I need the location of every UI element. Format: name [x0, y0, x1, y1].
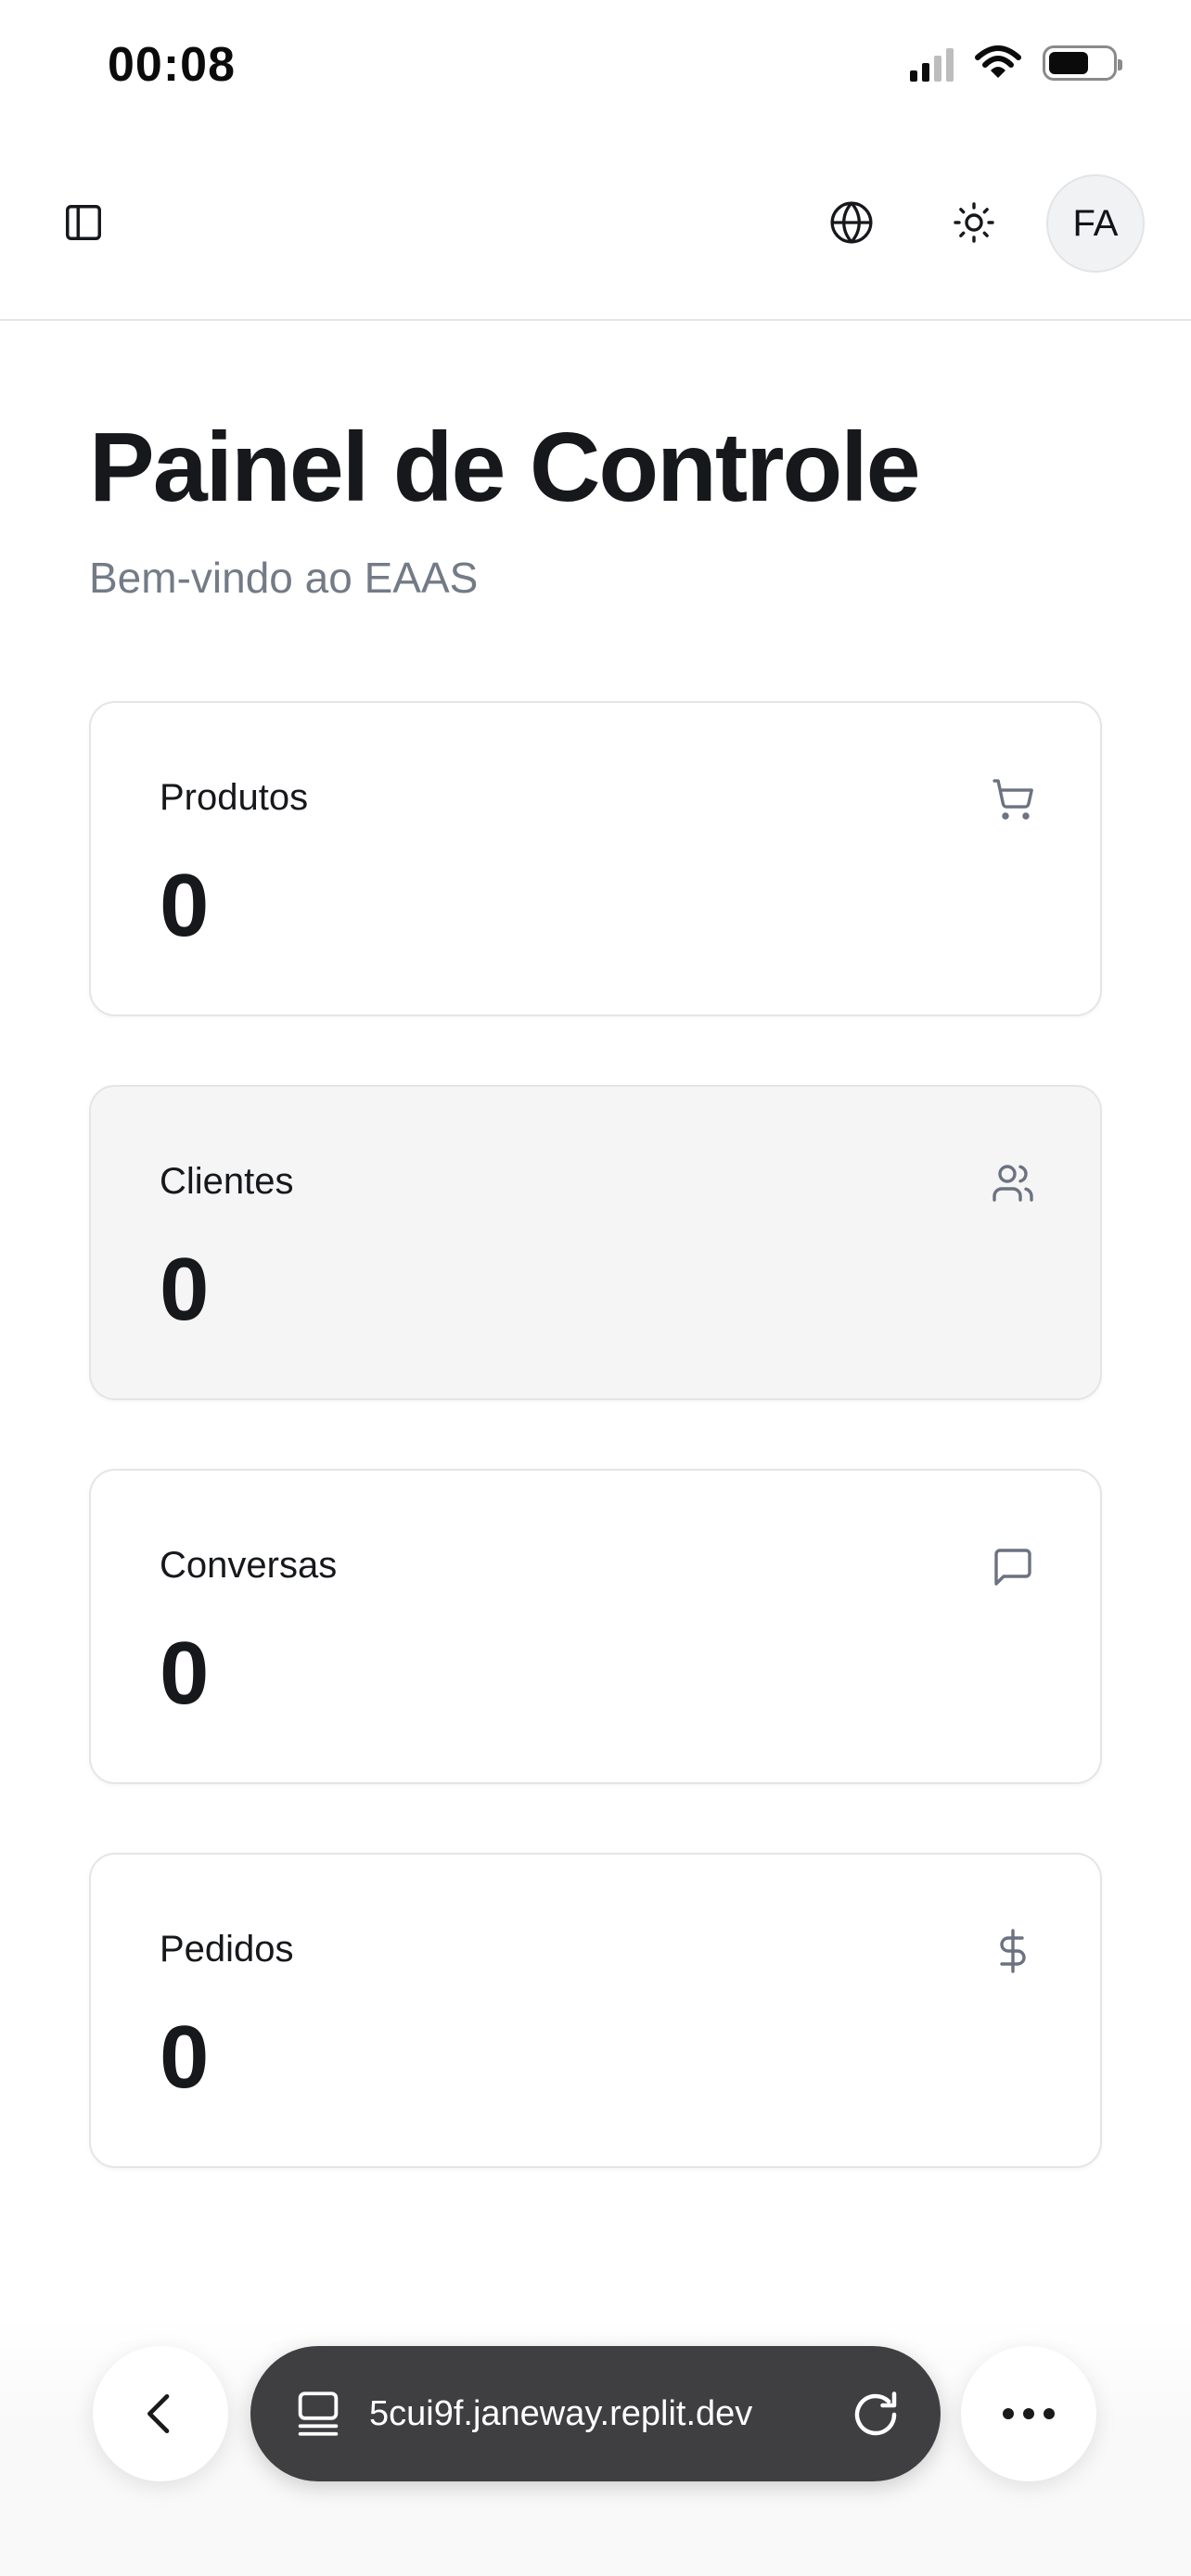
stat-card-label: Conversas [160, 1545, 338, 1586]
reload-icon[interactable] [848, 2387, 903, 2442]
stat-card-clients[interactable]: Clientes 0 [89, 1085, 1102, 1400]
dashboard-page: 00:08 FA Painel de Controle Bem-vindo ao… [0, 0, 1191, 2576]
status-bar: 00:08 [0, 0, 1191, 139]
stat-card-value: 0 [160, 2008, 210, 2107]
sidebar-toggle-button[interactable] [46, 185, 121, 260]
shopping-cart-icon [987, 773, 1039, 825]
stat-card-conversations[interactable]: Conversas 0 [89, 1469, 1102, 1784]
browser-toolbar: 5cui9f.janeway.replit.dev [0, 2318, 1191, 2576]
stat-card-orders[interactable]: Pedidos 0 [89, 1853, 1102, 2168]
url-text: 5cui9f.janeway.replit.dev [369, 2394, 753, 2433]
page-subtitle: Bem-vindo ao EAAS [89, 554, 479, 602]
status-icons [910, 45, 1122, 82]
more-horizontal-icon [1003, 2408, 1055, 2419]
message-square-icon [987, 1541, 1039, 1593]
cellular-signal-icon [910, 45, 954, 82]
stat-card-label: Produtos [160, 777, 309, 818]
dollar-sign-icon [987, 1925, 1039, 1977]
theme-toggle-button[interactable] [937, 185, 1011, 260]
user-avatar[interactable]: FA [1046, 174, 1145, 273]
sun-icon [954, 202, 994, 243]
wifi-icon [975, 45, 1021, 78]
tabs-icon [298, 2391, 339, 2436]
stat-card-value: 0 [160, 1624, 210, 1723]
sidebar-panel-icon [66, 205, 101, 240]
language-button[interactable] [814, 185, 889, 260]
top-app-bar: FA [0, 139, 1191, 321]
users-icon [987, 1157, 1039, 1209]
stat-card-label: Pedidos [160, 1929, 294, 1970]
stat-card-value: 0 [160, 1240, 210, 1339]
url-text-container: 5cui9f.janeway.replit.dev [369, 2383, 826, 2444]
status-time: 00:08 [108, 38, 236, 92]
stat-card-products[interactable]: Produtos 0 [89, 701, 1102, 1016]
battery-icon [1043, 45, 1122, 81]
page-title: Painel de Controle [89, 413, 921, 522]
browser-back-button[interactable] [93, 2346, 228, 2481]
stat-card-value: 0 [160, 856, 210, 955]
globe-icon [830, 201, 873, 244]
chevron-left-icon [147, 2394, 170, 2433]
stat-card-label: Clientes [160, 1161, 294, 1202]
browser-more-button[interactable] [961, 2346, 1096, 2481]
address-bar[interactable]: 5cui9f.janeway.replit.dev [250, 2346, 941, 2481]
